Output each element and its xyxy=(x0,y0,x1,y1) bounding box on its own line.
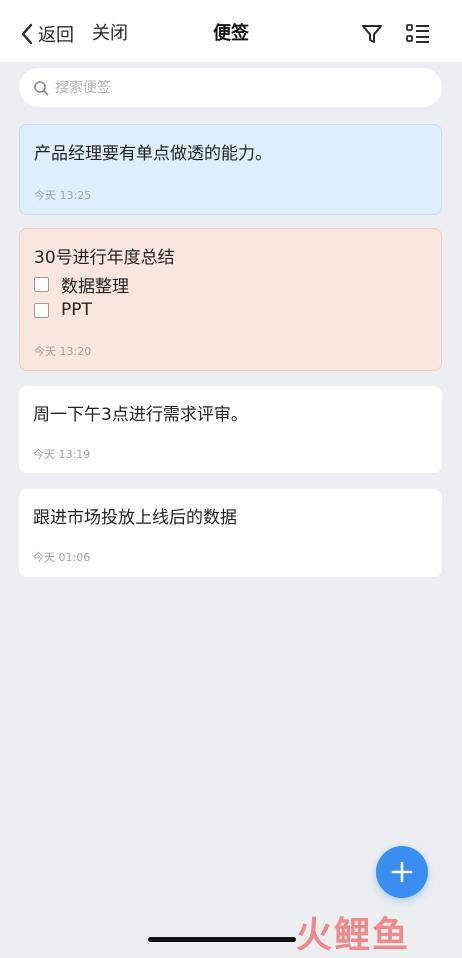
checklist-item: PPT xyxy=(34,297,427,323)
home-indicator[interactable] xyxy=(148,937,296,942)
checklist-item: 数据整理 xyxy=(34,271,427,297)
note-timestamp: 今天 13:20 xyxy=(34,345,92,358)
note-card[interactable]: 跟进市场投放上线后的数据 今天 01:06 xyxy=(19,489,442,577)
back-label: 返回 xyxy=(38,25,74,46)
back-button[interactable]: 返回 xyxy=(20,20,74,48)
list-icon xyxy=(406,24,429,43)
note-text: 30号进行年度总结 xyxy=(34,248,175,268)
plus-icon xyxy=(391,861,413,883)
note-card[interactable]: 产品经理要有单点做透的能力。 今天 13:25 xyxy=(19,124,442,215)
note-card[interactable]: 30号进行年度总结 数据整理 PPT 今天 13:20 xyxy=(19,228,442,371)
search-bar[interactable] xyxy=(19,68,442,107)
checkbox[interactable] xyxy=(34,276,49,292)
add-note-button[interactable] xyxy=(376,846,428,898)
checklist-label: PPT xyxy=(61,300,92,320)
note-timestamp: 今天 13:25 xyxy=(34,189,92,202)
search-icon xyxy=(34,80,49,95)
watermark-logo: 火鲤鱼 xyxy=(296,915,411,956)
note-card[interactable]: 周一下午3点进行需求评审。 今天 13:19 xyxy=(19,386,442,473)
note-text: 跟进市场投放上线后的数据 xyxy=(33,508,237,528)
chevron-left-icon xyxy=(21,23,33,45)
note-timestamp: 今天 13:19 xyxy=(33,448,91,461)
search-input[interactable] xyxy=(55,79,415,96)
top-bar: 返回 关闭 便签 xyxy=(0,0,462,62)
note-text: 周一下午3点进行需求评审。 xyxy=(33,405,248,425)
note-text: 产品经理要有单点做透的能力。 xyxy=(34,144,272,164)
close-button[interactable]: 关闭 xyxy=(92,20,128,48)
filter-button[interactable] xyxy=(360,22,384,46)
note-timestamp: 今天 01:06 xyxy=(33,551,91,564)
checklist-label: 数据整理 xyxy=(61,276,129,297)
list-view-button[interactable] xyxy=(405,22,431,46)
checkbox[interactable] xyxy=(34,302,49,318)
filter-icon xyxy=(362,25,382,43)
